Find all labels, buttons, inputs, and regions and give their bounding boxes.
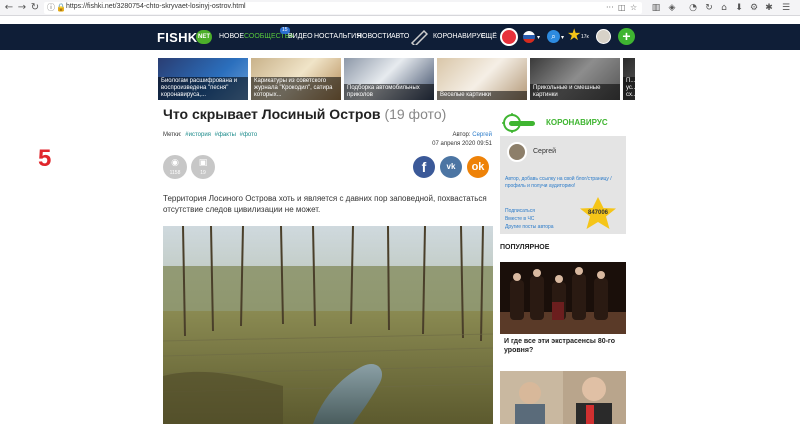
news-tile[interactable]: Биологам расшифрована и воспроизведена "… (158, 58, 248, 100)
url-text: https://fishki.net/3280754-chto-skryvaet… (66, 3, 246, 10)
download-icon[interactable]: ⬇ (733, 2, 745, 14)
info-icon[interactable]: ⓘ (47, 3, 55, 13)
settings-gear-icon[interactable]: ⚙ (748, 2, 760, 14)
article-author: Автор: Сергей (408, 132, 492, 138)
pocket-icon[interactable]: ◫ (618, 3, 626, 13)
article-title-text: Что скрывает Лосиный Остров (163, 106, 381, 122)
notification-icon[interactable] (500, 28, 518, 46)
news-tile[interactable]: Карикатуры из советского журнала "Крокод… (251, 58, 341, 100)
news-tile-caption: Подборка автомобильных приколов (344, 84, 434, 100)
news-tile-caption: Прикольные и смешные картинки (530, 84, 620, 100)
site-logo[interactable]: FISHKI (157, 30, 201, 45)
popular-image[interactable] (500, 262, 626, 334)
news-tile-caption: П... ус... сх... (623, 77, 635, 100)
photos-count: 19 (200, 170, 206, 176)
author-link[interactable]: Сергей (472, 132, 492, 138)
views-counter: ◉ 1158 (163, 155, 187, 179)
library-icon[interactable]: ▥ (650, 2, 662, 14)
star-icon[interactable]: ★ (567, 27, 581, 45)
tag-link[interactable]: #история (185, 132, 211, 138)
article-photo[interactable] (163, 226, 493, 424)
site-header: FISHKI NET НОВОЕ СООБЩЕСТВА 15 ВИДЕО НОС… (0, 24, 800, 50)
chevron-down-icon[interactable]: ▾ (537, 34, 540, 41)
popular-heading: ПОПУЛЯРНОЕ (500, 244, 550, 251)
back-icon[interactable]: ← (3, 2, 15, 14)
views-count: 1158 (169, 170, 181, 176)
menu-icon[interactable]: ☰ (780, 2, 792, 14)
coronavirus-banner[interactable]: КОРОНАВИРУС (500, 113, 626, 133)
news-tile[interactable]: Подборка автомобильных приколов (344, 58, 434, 100)
news-tile-caption: Карикатуры из советского журнала "Крокод… (251, 77, 341, 100)
lock-icon[interactable]: 🔒 (56, 3, 66, 13)
vk-share-icon[interactable]: vk (440, 156, 462, 178)
odnoklassniki-share-icon[interactable]: ok (467, 156, 489, 178)
reload-alt-icon[interactable]: ↻ (703, 2, 715, 14)
nav-video[interactable]: ВИДЕО (288, 33, 313, 40)
author-label: Автор: (452, 132, 471, 138)
news-tile[interactable]: Веселые картинки (437, 58, 527, 100)
nav-new[interactable]: НОВОЕ (219, 33, 244, 40)
blacklist-link[interactable]: Вместе в ЧС (505, 216, 534, 222)
author-avatar[interactable] (507, 142, 527, 162)
eye-icon: ◉ (171, 158, 179, 168)
camera-icon: ▣ (198, 158, 208, 168)
tag-link[interactable]: #факты (215, 132, 236, 138)
nav-nostalgia[interactable]: НОСТАЛЬГИЯ (314, 33, 361, 40)
logo-net-badge[interactable]: NET (196, 30, 212, 44)
news-tile-caption: Биологам расшифрована и воспроизведена "… (158, 77, 248, 100)
subscribe-link[interactable]: Подписаться (505, 208, 535, 214)
reload-icon[interactable]: ↻ (29, 2, 41, 14)
bookmark-star-icon[interactable]: ☆ (630, 3, 637, 13)
nav-coronavirus[interactable]: КОРОНАВИРУС (433, 33, 486, 40)
other-posts-link[interactable]: Другие посты автора (505, 224, 554, 230)
rating-count: 17к (581, 34, 589, 40)
news-tile[interactable]: Прикольные и смешные картинки (530, 58, 620, 100)
author-card: Сергей Автор, добавь ссылку на свой блог… (500, 136, 626, 234)
tag-link[interactable]: #фото (240, 132, 258, 138)
chevron-down-icon[interactable]: ▾ (561, 34, 564, 41)
popular-title[interactable]: И где все эти экстрасенсы 80-го уровня? (504, 337, 624, 355)
user-avatar[interactable] (596, 29, 611, 44)
nav-news[interactable]: НОВОСТИ (357, 33, 392, 40)
search-icon[interactable]: ⌕ (547, 30, 560, 43)
article-lead: Территория Лосиного Острова хоть и являе… (163, 194, 487, 214)
overlay-number: 5 (38, 145, 52, 172)
author-card-name[interactable]: Сергей (533, 148, 556, 155)
nav-more[interactable]: ЕЩЁ (481, 33, 497, 40)
news-tile-caption: Веселые картинки (437, 91, 527, 100)
photos-counter: ▣ 19 (191, 155, 215, 179)
tags-label: Метки: (163, 132, 182, 138)
addon-icon[interactable]: ✱ (763, 2, 775, 14)
nav-communities[interactable]: СООБЩЕСТВА (244, 33, 294, 40)
article-tags: Метки: #история #факты #фото (163, 132, 257, 138)
russia-flag-icon[interactable] (523, 31, 535, 43)
article-photo-count: (19 фото) (384, 106, 447, 122)
ribbon-icon[interactable] (410, 29, 429, 48)
nav-auto[interactable]: АВТО (391, 33, 409, 40)
news-tile[interactable]: П... ус... сх... (623, 58, 635, 100)
article-date: 07 апреля 2020 09:51 (432, 141, 492, 147)
sync-icon[interactable]: ◔ (687, 2, 699, 14)
article-title: Что скрывает Лосиный Остров (19 фото) (163, 106, 446, 122)
author-card-description[interactable]: Автор, добавь ссылку на свой блог/страни… (505, 176, 623, 190)
coronavirus-label: КОРОНАВИРУС (546, 118, 608, 127)
facebook-share-icon[interactable]: f (413, 156, 435, 178)
forward-icon[interactable]: → (16, 2, 28, 14)
browser-toolbar: ← → ↻ ⓘ 🔒 https://fishki.net/3280754-cht… (0, 0, 800, 16)
add-post-icon[interactable]: + (618, 28, 635, 45)
shield-icon[interactable]: ◈ (666, 2, 678, 14)
author-score: 847006 (587, 210, 609, 216)
page-actions-icon[interactable]: ··· (606, 3, 614, 13)
home-icon[interactable]: ⌂ (718, 2, 730, 14)
address-bar[interactable]: ⓘ 🔒 https://fishki.net/3280754-chto-skry… (44, 2, 642, 14)
popular-image-2[interactable] (500, 371, 626, 424)
